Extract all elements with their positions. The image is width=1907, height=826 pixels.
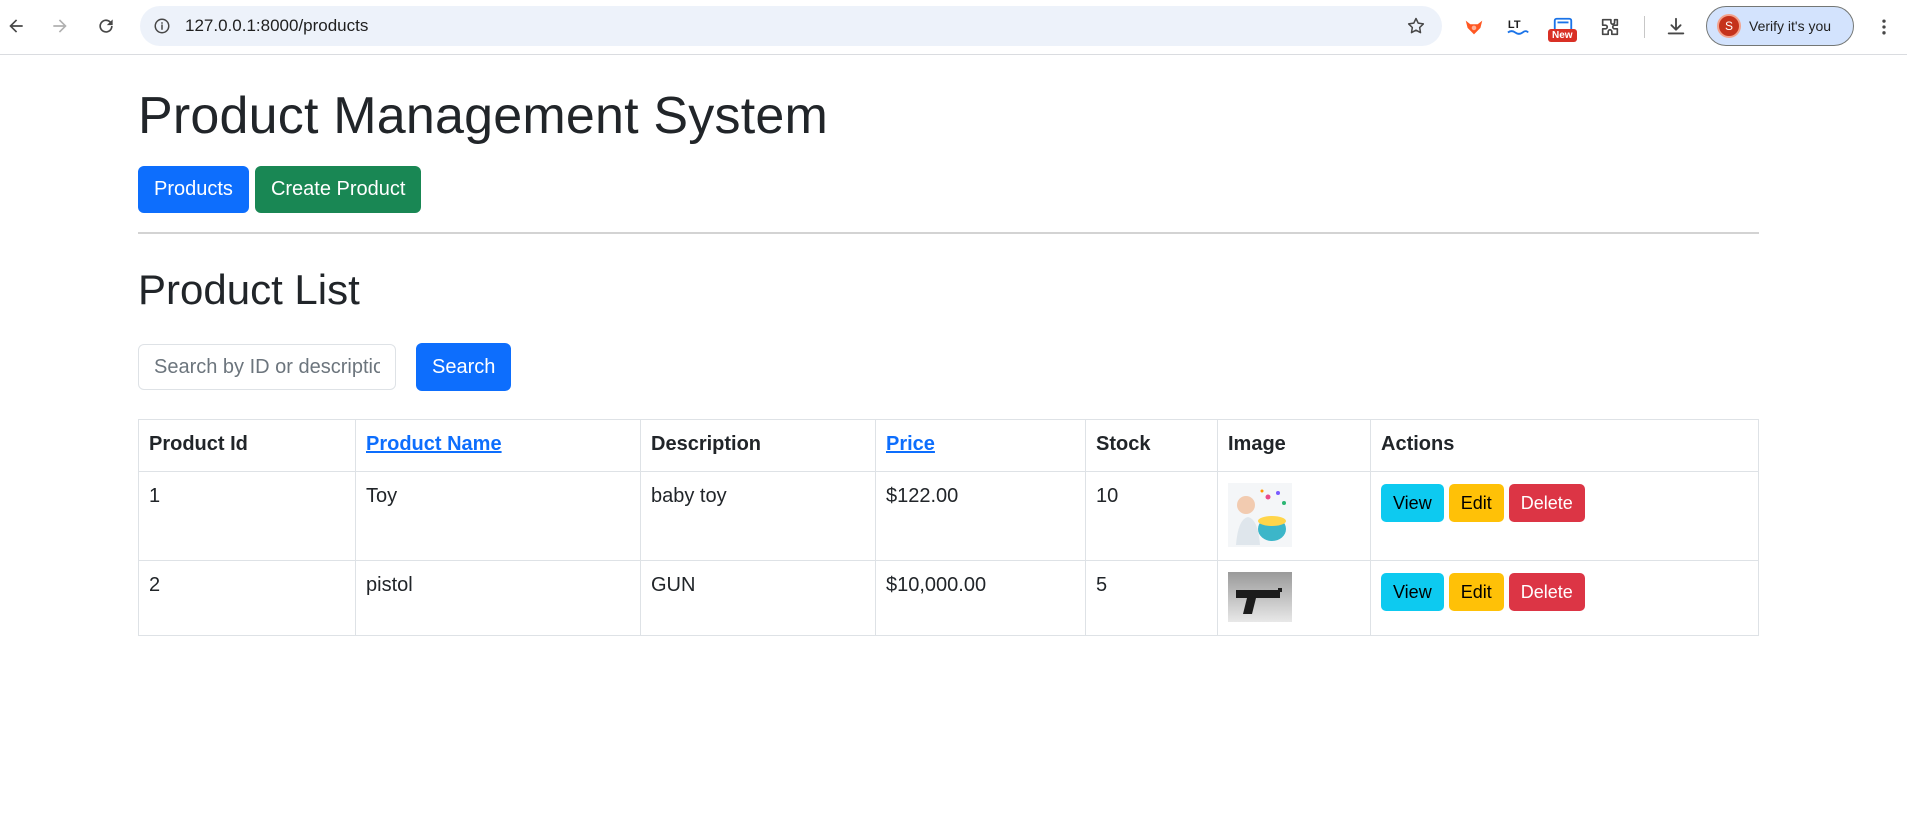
view-button[interactable]: View: [1381, 573, 1444, 611]
header-price: Price: [875, 419, 1086, 472]
search-input[interactable]: [138, 344, 396, 390]
cell-id: 2: [138, 560, 356, 636]
cell-image: [1217, 560, 1371, 636]
cell-id: 1: [138, 471, 356, 561]
create-product-button[interactable]: Create Product: [254, 166, 422, 213]
cell-actions: View Edit Delete: [1370, 471, 1759, 561]
table-row: 1 Toy baby toy $122.00 10 View Edit Dele…: [138, 471, 1759, 561]
extension-new-badge: New: [1548, 29, 1577, 42]
profile-verify-button[interactable]: S Verify it's you: [1706, 6, 1854, 46]
forward-icon[interactable]: [44, 10, 76, 42]
verify-label: Verify it's you: [1749, 18, 1832, 34]
edit-button[interactable]: Edit: [1448, 573, 1504, 611]
divider: [138, 232, 1759, 234]
cell-price: $10,000.00: [875, 560, 1086, 636]
profile-avatar: S: [1717, 14, 1741, 38]
cell-stock: 5: [1085, 560, 1218, 636]
products-table: Product Id Product Name Description Pric…: [138, 419, 1759, 636]
baby-toy-image-icon: [1228, 483, 1292, 547]
view-button[interactable]: View: [1381, 484, 1444, 522]
header-stock: Stock: [1085, 419, 1218, 472]
product-list-heading: Product List: [138, 266, 360, 313]
cell-price: $122.00: [875, 471, 1086, 561]
cell-actions: View Edit Delete: [1370, 560, 1759, 636]
cell-description: GUN: [640, 560, 876, 636]
address-bar[interactable]: 127.0.0.1:8000/products: [140, 6, 1442, 46]
cell-name: Toy: [355, 471, 641, 561]
reload-icon[interactable]: [90, 10, 122, 42]
site-info-icon[interactable]: [148, 12, 176, 40]
pistol-image-icon: [1228, 572, 1292, 622]
browser-menu-icon[interactable]: [1870, 12, 1898, 42]
download-icon[interactable]: [1661, 12, 1691, 42]
cell-image: [1217, 471, 1371, 561]
sort-by-price-link[interactable]: Price: [886, 433, 935, 455]
toolbar-separator: [1644, 16, 1645, 38]
bookmark-star-icon[interactable]: [1404, 14, 1428, 38]
cell-name: pistol: [355, 560, 641, 636]
edit-button[interactable]: Edit: [1448, 484, 1504, 522]
url-text[interactable]: 127.0.0.1:8000/products: [185, 6, 368, 46]
cell-stock: 10: [1085, 471, 1218, 561]
delete-button[interactable]: Delete: [1508, 484, 1585, 522]
search-form: Search: [138, 343, 512, 391]
products-nav-button[interactable]: Products: [138, 166, 249, 213]
browser-toolbar: 127.0.0.1:8000/products LT New S Verify …: [0, 0, 1907, 55]
back-icon[interactable]: [0, 10, 32, 42]
header-image: Image: [1217, 419, 1371, 472]
extension-lt-icon[interactable]: LT: [1503, 12, 1533, 42]
extensions-puzzle-icon[interactable]: [1595, 12, 1625, 42]
svg-text:LT: LT: [1508, 19, 1521, 31]
search-button[interactable]: Search: [416, 343, 512, 391]
header-product-id: Product Id: [138, 419, 356, 472]
table-row: 2 pistol GUN $10,000.00 5 View Edit Dele…: [138, 560, 1759, 636]
cell-description: baby toy: [640, 471, 876, 561]
page-title: Product Management System: [138, 87, 828, 145]
header-description: Description: [640, 419, 876, 472]
delete-button[interactable]: Delete: [1508, 573, 1585, 611]
header-product-name: Product Name: [355, 419, 641, 472]
extension-fox-icon[interactable]: [1459, 12, 1489, 42]
main-nav: Products Create Product: [138, 166, 422, 213]
header-actions: Actions: [1370, 419, 1759, 472]
sort-by-name-link[interactable]: Product Name: [366, 433, 502, 455]
table-header-row: Product Id Product Name Description Pric…: [138, 419, 1759, 472]
